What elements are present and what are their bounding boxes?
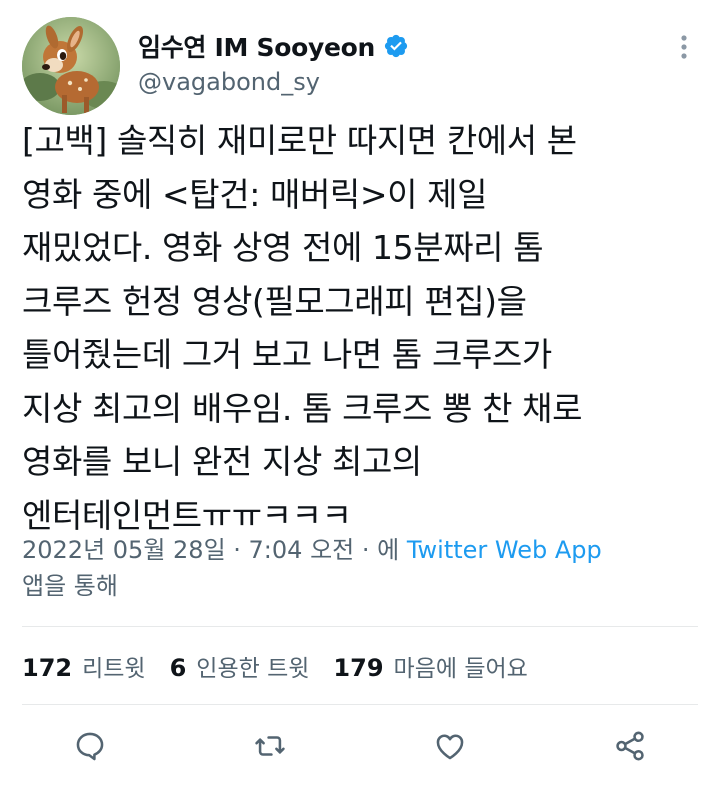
tweet-text: [고백] 솔직히 재미로만 따지면 칸에서 본 영화 중에 <탑건: 매버릭>이… [22, 121, 583, 535]
more-dots-icon[interactable] [672, 32, 696, 62]
quotes-label: 인용한 트윗 [196, 656, 310, 682]
user-handle[interactable]: @vagabond_sy [138, 68, 320, 96]
quotes-stat[interactable]: 6 인용한 트윗 [170, 649, 310, 683]
retweets-label: 리트윗 [82, 656, 146, 682]
likes-label: 마음에 들어요 [393, 656, 528, 682]
likes-count: 179 [333, 654, 384, 682]
tweet-source-suffix: 앱을 통해 [22, 572, 118, 600]
reply-button[interactable] [72, 728, 108, 764]
verified-badge-icon [383, 33, 409, 59]
likes-stat[interactable]: 179 마음에 들어요 [333, 649, 527, 683]
share-icon [616, 731, 644, 761]
retweets-stat[interactable]: 172 리트윗 [22, 649, 146, 683]
avatar[interactable] [22, 17, 120, 115]
retweets-count: 172 [22, 654, 73, 682]
tweet-stats: 172 리트윗 6 인용한 트윗 179 마음에 들어요 [22, 648, 552, 684]
share-button[interactable] [612, 728, 648, 764]
like-button[interactable] [432, 728, 468, 764]
display-name-row[interactable]: 임수연 IM Sooyeon [138, 26, 409, 66]
reply-icon [76, 732, 104, 761]
bambi-avatar-icon [22, 17, 120, 115]
quotes-count: 6 [169, 654, 187, 682]
tweet-meta: 2022년 05월 28일 · 7:04 오전 · 에 Twitter Web … [22, 532, 702, 604]
heart-icon [436, 734, 464, 760]
tweet-timestamp[interactable]: 2022년 05월 28일 · 7:04 오전 · 에 [22, 536, 399, 564]
divider [22, 704, 698, 705]
divider [22, 626, 698, 627]
retweet-icon [255, 736, 285, 756]
display-name[interactable]: 임수연 IM Sooyeon [138, 28, 375, 64]
retweet-button[interactable] [252, 728, 288, 764]
tweet-source-link[interactable]: Twitter Web App [407, 536, 602, 564]
tweet: 임수연 IM Sooyeon @vagabond_sy [고백] 솔직히 재미로… [0, 0, 720, 809]
